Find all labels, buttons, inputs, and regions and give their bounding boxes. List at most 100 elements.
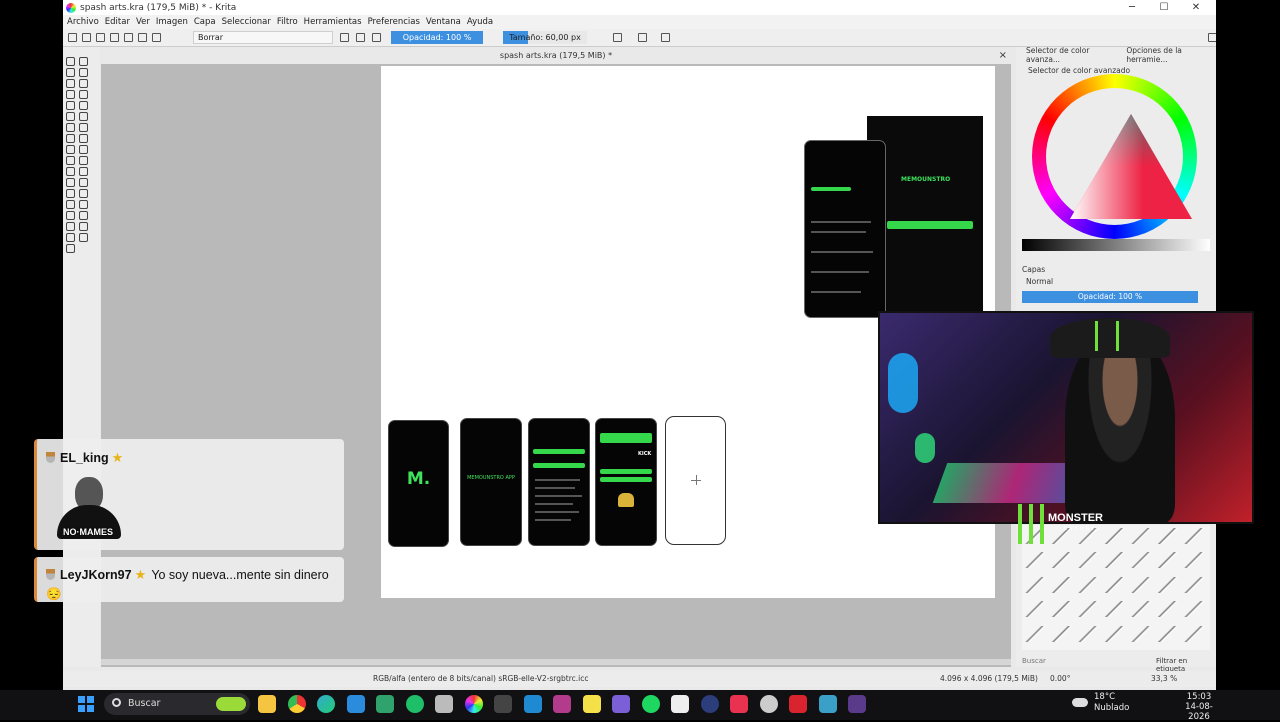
smart-patch-tool-icon[interactable] — [66, 167, 75, 176]
brush-preset[interactable] — [1051, 552, 1075, 569]
app-icon[interactable] — [759, 695, 778, 713]
value-gradient-bar[interactable] — [1022, 239, 1210, 251]
taskbar-clock[interactable]: 15:03 14-08-2026 — [1178, 692, 1220, 722]
brush-preset[interactable] — [1025, 601, 1049, 618]
windows-start-icon[interactable] — [78, 696, 94, 712]
brush-preset[interactable] — [1077, 601, 1102, 618]
davinci-icon[interactable] — [818, 695, 837, 713]
teams-icon[interactable] — [612, 695, 630, 713]
rect-select-tool-icon[interactable] — [79, 189, 88, 198]
close-window-button[interactable]: ✕ — [1180, 0, 1212, 15]
docker-toggle-icon[interactable] — [1208, 33, 1216, 42]
vscode-icon[interactable] — [523, 695, 542, 713]
mirror-horizontal-icon[interactable] — [613, 33, 622, 42]
transform-tool-icon[interactable] — [66, 134, 75, 143]
ellipse-select-tool-icon[interactable] — [66, 200, 75, 209]
text-tool-icon[interactable] — [79, 57, 88, 66]
app-green-icon[interactable] — [405, 695, 424, 713]
brush-preset[interactable] — [1157, 576, 1181, 593]
color-swap-icon[interactable] — [138, 33, 147, 42]
pan-tool-icon[interactable] — [66, 244, 75, 253]
brush-preset[interactable] — [1130, 576, 1155, 593]
menu-editar[interactable]: Editar — [105, 17, 130, 27]
wrap-around-icon[interactable] — [661, 33, 670, 42]
phone-outline-selected[interactable] — [665, 416, 726, 545]
app-w-icon[interactable] — [848, 695, 866, 713]
close-document-icon[interactable]: × — [999, 47, 1007, 64]
menu-capa[interactable]: Capa — [194, 17, 216, 27]
brush-preset[interactable] — [1025, 576, 1049, 593]
brush-preset[interactable] — [1157, 528, 1181, 544]
bezier-tool-icon[interactable] — [66, 112, 75, 121]
reference-images-tool-icon[interactable] — [66, 189, 75, 198]
brush-preset[interactable] — [1077, 552, 1102, 569]
brush-preset[interactable] — [1183, 528, 1207, 544]
hue-wheel[interactable] — [1032, 74, 1197, 239]
snip-tool-icon[interactable] — [376, 695, 394, 713]
magnetic-select-tool-icon[interactable] — [66, 233, 75, 242]
pattern-icon[interactable] — [124, 33, 133, 42]
brush-preset[interactable] — [1104, 552, 1128, 569]
polygon-select-tool-icon[interactable] — [79, 200, 88, 209]
brush-preset[interactable] — [1130, 552, 1155, 569]
brush-preset[interactable] — [1157, 625, 1181, 642]
brush-preset[interactable] — [1104, 601, 1128, 618]
color-picker-tool-icon[interactable] — [66, 156, 75, 165]
brush-preset[interactable] — [1157, 552, 1181, 569]
zoom-tool-icon[interactable] — [79, 233, 88, 242]
line-tool-icon[interactable] — [79, 79, 88, 88]
mirror-vertical-icon[interactable] — [638, 33, 647, 42]
brush-preset[interactable] — [1183, 576, 1207, 593]
brush-preset[interactable] — [1077, 576, 1102, 593]
brush-preset[interactable] — [1051, 625, 1075, 642]
4k-downloader-icon[interactable] — [700, 695, 719, 713]
dynamic-brush-tool-icon[interactable] — [66, 123, 75, 132]
sticky-notes-icon[interactable] — [582, 695, 601, 713]
gradient-icon[interactable] — [110, 33, 119, 42]
acrobat-icon[interactable] — [789, 695, 807, 713]
crop-tool-icon[interactable] — [66, 145, 75, 154]
fill-tool-icon[interactable] — [79, 167, 88, 176]
edit-shapes-tool-icon[interactable] — [66, 68, 75, 77]
gradient-tool-icon[interactable] — [79, 145, 88, 154]
menu-ventana[interactable]: Ventana — [426, 17, 461, 27]
brush-preset[interactable] — [1183, 601, 1207, 618]
menu-imagen[interactable]: Imagen — [156, 17, 188, 27]
contiguous-select-tool-icon[interactable] — [79, 211, 88, 220]
brush-preset[interactable] — [1130, 601, 1155, 618]
measure-tool-icon[interactable] — [79, 178, 88, 187]
polyline-tool-icon[interactable] — [79, 101, 88, 110]
similar-select-tool-icon[interactable] — [66, 222, 75, 231]
brush-preset[interactable] — [1051, 576, 1075, 593]
size-slider[interactable]: Tamaño: 60,00 px — [503, 31, 587, 44]
unity-icon[interactable] — [435, 695, 453, 713]
menu-herramientas[interactable]: Herramientas — [304, 17, 362, 27]
freehand-path-tool-icon[interactable] — [79, 112, 88, 121]
open-file-icon[interactable] — [82, 33, 91, 42]
store-icon[interactable] — [346, 695, 365, 713]
brush-preset[interactable] — [1104, 576, 1128, 593]
brush-preset[interactable] — [1025, 552, 1049, 569]
horizontal-scrollbar[interactable] — [101, 659, 1011, 665]
freehand-select-tool-icon[interactable] — [66, 211, 75, 220]
brush-preset[interactable] — [1077, 625, 1102, 642]
eraser-mode-icon[interactable] — [340, 33, 349, 42]
ellipse-tool-icon[interactable] — [79, 90, 88, 99]
brush-preset[interactable] — [1183, 552, 1207, 569]
brush-preset[interactable] — [1025, 625, 1049, 642]
menu-preferencias[interactable]: Preferencias — [368, 17, 420, 27]
brush-preset[interactable] — [1183, 625, 1207, 642]
winrar-icon[interactable] — [553, 695, 571, 713]
brush-preset[interactable] — [1157, 601, 1181, 618]
spotify-icon[interactable] — [641, 695, 660, 713]
file-explorer-icon[interactable] — [258, 695, 276, 713]
brush-search-input[interactable]: Buscar — [1022, 657, 1046, 665]
move-tool-icon[interactable] — [79, 134, 88, 143]
multibrush-tool-icon[interactable] — [79, 123, 88, 132]
blend-mode-select[interactable]: Normal — [1026, 277, 1053, 286]
tiktok-icon[interactable] — [730, 695, 748, 713]
brush-preset[interactable] — [1104, 625, 1128, 642]
menu-archivo[interactable]: Archivo — [67, 17, 99, 27]
alpha-lock-icon[interactable] — [356, 33, 365, 42]
brush-preset[interactable] — [1130, 528, 1155, 544]
